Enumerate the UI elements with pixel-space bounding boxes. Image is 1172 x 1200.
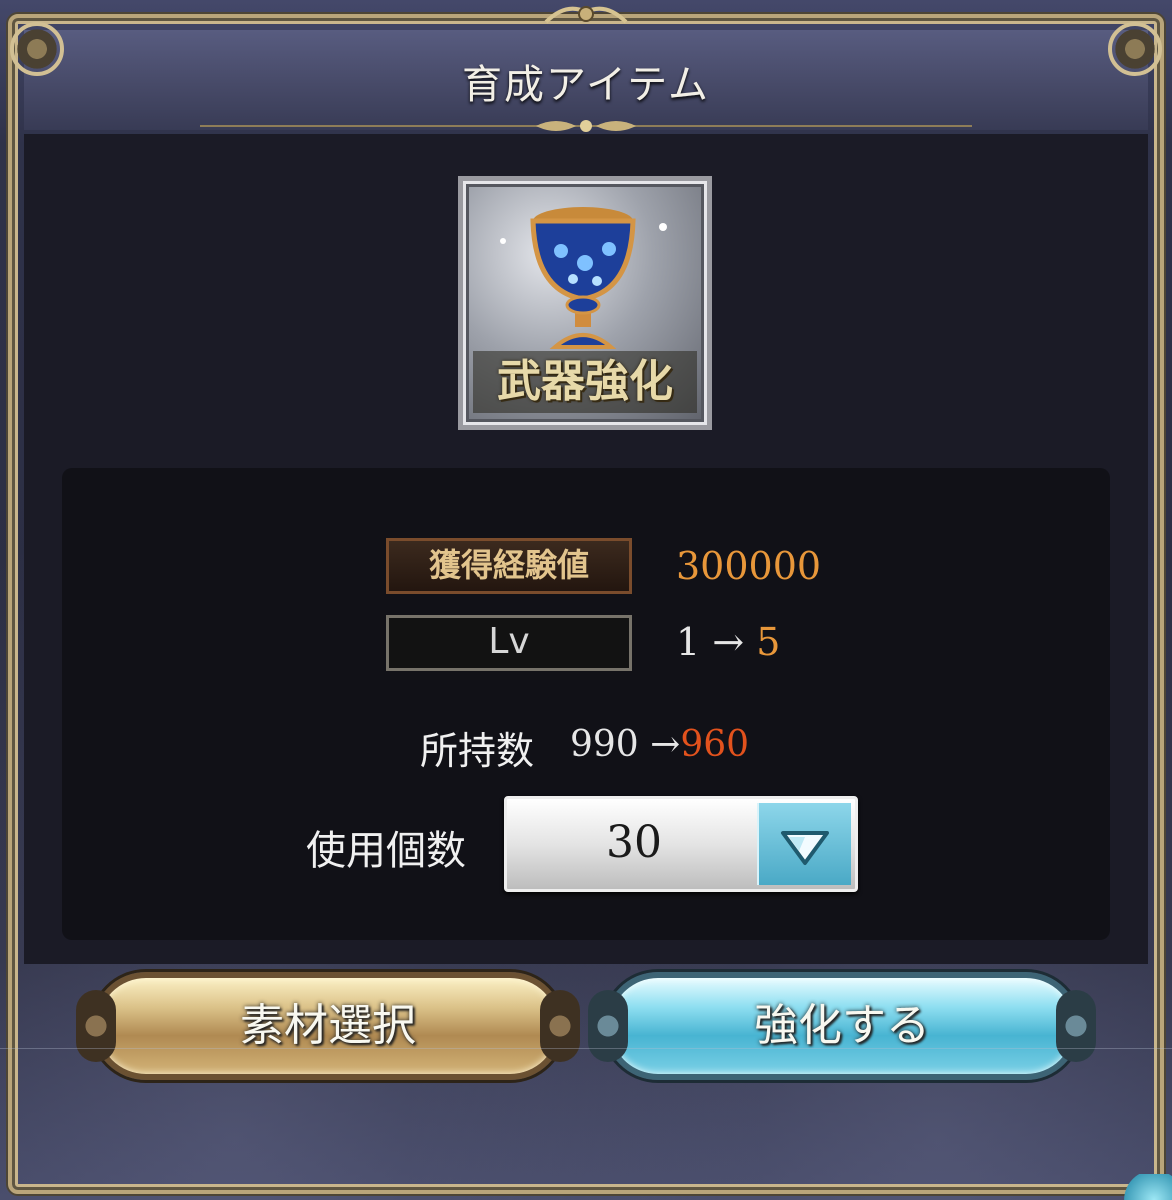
button-ornament-icon — [1056, 990, 1096, 1062]
exp-label: 獲得経験値 — [386, 538, 632, 594]
dialog-title: 育成アイテム — [462, 62, 710, 108]
enhance-button[interactable]: 強化する — [588, 972, 1096, 1080]
button-ornament-icon — [76, 990, 116, 1062]
use-count-label: 使用個数 — [306, 828, 466, 874]
dialog-frame: 育成アイテム 武器強化 獲得経験値 300000 Lv 1 → 5 所持数 99… — [0, 0, 1172, 1200]
divider-line — [0, 1048, 1172, 1049]
chevron-down-icon — [781, 831, 829, 865]
lv-from: 1 — [676, 620, 701, 664]
lv-label: Lv — [386, 615, 632, 671]
material-select-label: 素材選択 — [240, 1000, 416, 1051]
top-ornament-icon — [544, 6, 628, 24]
item-icon[interactable]: 武器強化 — [458, 176, 712, 430]
material-select-button[interactable]: 素材選択 — [76, 972, 580, 1080]
lv-arrow: → — [712, 620, 745, 664]
use-count-value: 30 — [606, 817, 662, 868]
lv-value: 1 → 5 — [676, 620, 780, 664]
use-count-select[interactable]: 30 — [504, 796, 858, 892]
owned-from: 990 — [570, 724, 639, 765]
dropdown-button[interactable] — [757, 803, 851, 885]
button-ornament-icon — [540, 990, 580, 1062]
exp-value: 300000 — [676, 544, 822, 588]
owned-to: 960 — [680, 724, 750, 765]
lv-to: 5 — [756, 620, 781, 664]
title-divider-ornament-icon — [200, 120, 972, 132]
owned-arrow: → — [650, 724, 681, 765]
owned-label: 所持数 — [420, 729, 535, 773]
enhance-label: 強化する — [754, 1000, 930, 1051]
item-caption: 武器強化 — [473, 351, 697, 413]
owned-value: 990 →960 — [570, 724, 749, 765]
button-ornament-icon — [588, 990, 628, 1062]
